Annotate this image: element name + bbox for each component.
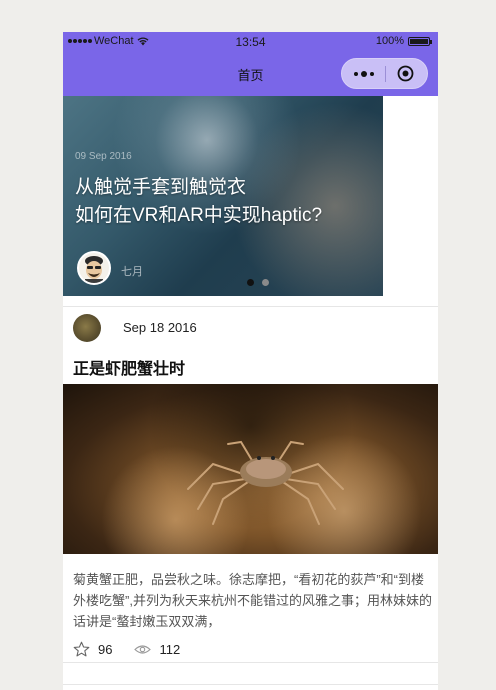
status-bar-right: 100% (375, 35, 432, 47)
post-title[interactable]: 正是虾肥蟹壮时 (73, 355, 185, 379)
swiper-dot-2[interactable] (262, 279, 269, 286)
capsule-divider (385, 66, 386, 82)
nav-bar: 首页 (63, 52, 438, 96)
battery-percent: 100% (375, 35, 404, 47)
eye-icon (134, 645, 152, 654)
phone-screen: WeChat 13:54 100% 首页 09 Sep 2016 从触觉手套到触… (63, 32, 438, 690)
crab-icon (187, 440, 344, 525)
banner-date: 09 Sep 2016 (75, 151, 132, 162)
next-post-divider (63, 684, 438, 685)
banner-title-line1: 从触觉手套到触觉衣 (75, 177, 247, 198)
star-icon[interactable] (73, 641, 90, 658)
capsule-menu (341, 58, 428, 89)
banner-headline[interactable]: 从触觉手套到触觉衣 如何在VR和AR中实现haptic? (75, 174, 383, 230)
view-count: 112 (159, 642, 181, 657)
status-bar: WeChat 13:54 100% (63, 32, 438, 52)
banner-swiper[interactable]: 09 Sep 2016 从触觉手套到触觉衣 如何在VR和AR中实现haptic?… (63, 96, 383, 296)
banner-author-avatar (77, 251, 111, 285)
target-circle-icon[interactable] (397, 65, 414, 82)
avatar-face-icon (85, 256, 103, 283)
post-image[interactable] (63, 384, 438, 554)
post-excerpt: 菊黄蟹正肥，品尝秋之味。徐志摩把，“看初花的荻芦”和“到楼外楼吃蟹”,并列为秋天… (73, 572, 432, 629)
more-dots-icon[interactable] (354, 71, 374, 77)
swiper-dot-1[interactable] (247, 279, 254, 286)
banner-title-line2: 如何在VR和AR中实现haptic? (75, 205, 323, 226)
post-divider (63, 662, 438, 663)
battery-icon (408, 36, 432, 46)
star-count: 96 (98, 642, 113, 657)
section-divider (63, 306, 438, 307)
banner-author: 七月 (121, 266, 143, 278)
post-date: Sep 18 2016 (123, 320, 197, 335)
post-stats: 96 112 (73, 641, 180, 658)
post-author-avatar[interactable] (73, 314, 101, 342)
